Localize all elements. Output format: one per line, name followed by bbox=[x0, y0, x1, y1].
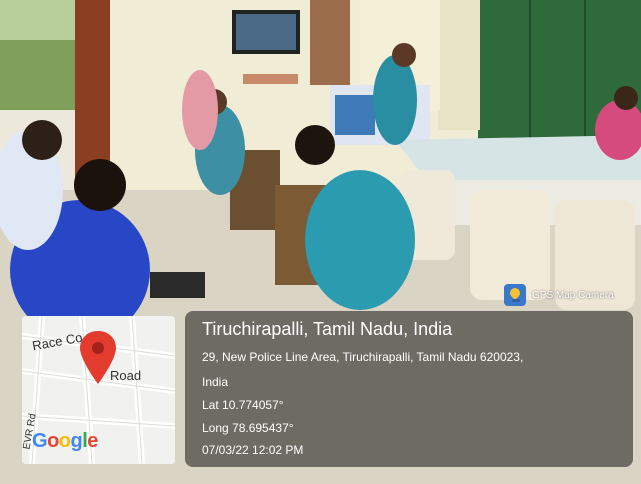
latitude-text: Lat 10.774057° bbox=[202, 398, 284, 412]
address-line-1: 29, New Police Line Area, Tiruchirapalli… bbox=[202, 350, 524, 364]
longitude-text: Long 78.695437° bbox=[202, 421, 294, 435]
map-pin-app-icon bbox=[504, 284, 526, 306]
location-title: Tiruchirapalli, Tamil Nadu, India bbox=[202, 319, 453, 339]
datetime-text: 07/03/22 12:02 PM bbox=[202, 443, 304, 457]
map-thumbnail: Race Co Road EVR Rd Google bbox=[22, 316, 175, 464]
photo-stage: GPS Map Camera Race Co Road EVR Rd Googl… bbox=[0, 0, 641, 484]
google-logo: Google bbox=[32, 430, 98, 452]
gps-map-camera-badge: GPS Map Camera bbox=[502, 282, 636, 308]
address-line-2: India bbox=[202, 375, 229, 389]
street-label-road: Road bbox=[110, 368, 142, 383]
app-label: GPS Map Camera bbox=[532, 289, 614, 301]
